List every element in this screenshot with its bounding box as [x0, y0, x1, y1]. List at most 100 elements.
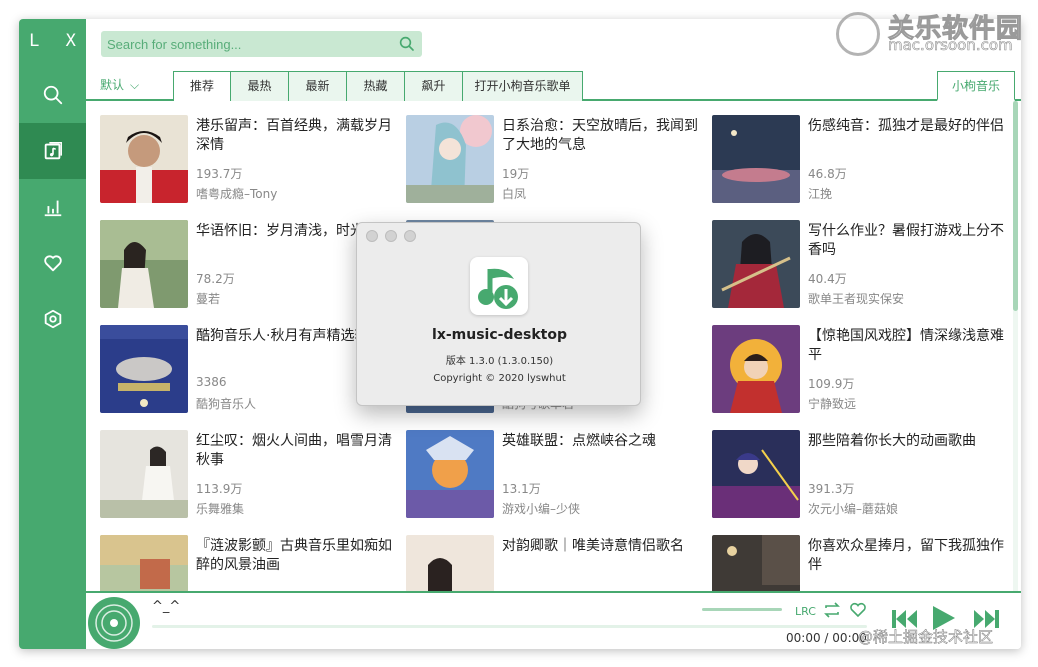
playlist-card[interactable]: 对韵卿歌｜唯美诗意情侣歌名 [406, 535, 706, 591]
playlist-author: 江挽 [808, 187, 833, 201]
playlist-card[interactable]: 那些陪着你长大的动画歌曲 391.3万 次元小编–蘑菇娘 [712, 430, 1010, 522]
bar-chart-icon [44, 200, 61, 217]
tab-hot-collect[interactable]: 热藏 [346, 72, 404, 101]
search-icon [43, 85, 62, 105]
about-dialog: lx-music-desktop 版本 1.3.0 (1.3.0.150) Co… [356, 222, 641, 406]
loop-toggle[interactable] [822, 601, 842, 619]
playlist-author: 嗜粤成瘾–Tony [196, 187, 278, 201]
time-separator: / [824, 631, 829, 645]
tab-recommend[interactable]: 推荐 [174, 72, 230, 101]
playlist-play-count: 193.7万 [196, 167, 243, 181]
playlist-cover [100, 430, 188, 518]
search-box [101, 31, 422, 57]
playlist-play-count: 40.4万 [808, 272, 847, 286]
tab-open-playlist[interactable]: 打开小枸音乐歌单 [462, 72, 582, 101]
playlist-cover [100, 325, 188, 413]
minimize-button[interactable] [385, 230, 397, 242]
music-download-icon [478, 268, 518, 309]
scrollbar-thumb[interactable] [1013, 101, 1018, 311]
list-scrollbar[interactable] [1013, 101, 1018, 591]
playlist-card[interactable]: 【惊艳国风戏腔】情深缘浅意难平 109.9万 宁静致远 [712, 325, 1010, 417]
playlist-play-count: 78.2万 [196, 272, 235, 286]
progress-bar[interactable] [152, 625, 867, 628]
playlist-cover [406, 535, 494, 591]
playlist-cover [712, 430, 800, 518]
playlist-title: 英雄联盟：点燃峡谷之魂 [502, 433, 656, 449]
sidebar-item-search[interactable] [19, 67, 86, 123]
time-current: 00:00 [786, 631, 821, 645]
tab-source-kg[interactable]: 小枸音乐 [936, 71, 1015, 101]
playlist-card[interactable]: 写什么作业？暑假打游戏上分不香吗 40.4万 歌单王者现实保安 [712, 220, 1010, 312]
playlist-author: 次元小编–蘑菇娘 [808, 502, 899, 516]
playlist-cover [100, 220, 188, 308]
playlist-title: 那些陪着你长大的动画歌曲 [808, 433, 976, 449]
playlist-card[interactable]: 华语怀旧：岁月清浅，时光潋滟 78.2万 蔓若 [100, 220, 400, 312]
favorite-toggle[interactable] [848, 601, 868, 619]
playlist-cover [100, 535, 188, 591]
playlist-title: 港乐留声：百首经典，满载岁月深情 [196, 118, 392, 153]
playlist-play-count: 19万 [502, 167, 530, 181]
tab-bar: 默认 ⌵ 推荐 最热 最新 热藏 飙升 打开小枸音乐歌单 小枸音乐 [86, 71, 1021, 101]
heart-icon [850, 602, 866, 618]
sidebar-item-settings[interactable] [19, 291, 86, 347]
heart-icon [43, 255, 62, 272]
search-input[interactable] [107, 31, 387, 57]
source-dropdown[interactable]: 默认 ⌵ [92, 71, 147, 99]
app-logo: L X [29, 31, 84, 51]
playlist-card[interactable]: 英雄联盟：点燃峡谷之魂 13.1万 游戏小编–少侠 [406, 430, 706, 522]
playlist-title: 日系治愈：天空放晴后，我闻到了大地的气息 [502, 118, 698, 153]
playlist-cover [712, 535, 800, 591]
playlist-cover [712, 115, 800, 203]
volume-slider[interactable] [702, 608, 782, 611]
tab-rising[interactable]: 飙升 [404, 72, 462, 101]
playlist-card[interactable]: 『涟波影颤』古典音乐里如痴如醉的风景油画 [100, 535, 400, 591]
playlist-play-count: 391.3万 [808, 482, 855, 496]
playlist-author: 乐舞雅集 [196, 502, 245, 516]
album-disc[interactable] [88, 597, 140, 649]
window-controls [366, 230, 416, 242]
about-copyright: Copyright © 2020 lyswhut [433, 373, 566, 384]
playlist-card[interactable]: 你喜欢众星捧月，留下我孤独作伴 [712, 535, 1010, 591]
zoom-button[interactable] [404, 230, 416, 242]
tab-hottest[interactable]: 最热 [230, 72, 288, 101]
search-icon[interactable] [398, 35, 416, 53]
sidebar-item-songlist[interactable] [19, 123, 86, 179]
playlist-play-count: 113.9万 [196, 482, 243, 496]
lyrics-toggle[interactable]: LRC [794, 601, 816, 619]
source-label: 默认 [100, 78, 125, 92]
about-app-name: lx-music-desktop [432, 327, 567, 343]
lrc-icon: LRC [795, 605, 816, 618]
playlist-play-count: 3386 [196, 375, 227, 389]
playlist-title: 伤感纯音：孤独才是最好的伴侣 [808, 118, 1004, 134]
playlist-play-count: 13.1万 [502, 482, 541, 496]
watermark-logo-icon [836, 12, 880, 56]
playlist-title: 对韵卿歌｜唯美诗意情侣歌名 [502, 538, 684, 554]
chevron-down-icon: ⌵ [130, 78, 140, 92]
sidebar: L X [19, 19, 86, 649]
watermark-url: mac.orsoon.com [888, 36, 1013, 55]
playlist-card[interactable]: 伤感纯音：孤独才是最好的伴侣 46.8万 江挽 [712, 115, 1010, 207]
playlist-author: 游戏小编–少侠 [502, 502, 581, 516]
song-title: ^_^ [152, 599, 181, 614]
playlist-author: 酷狗音乐人 [196, 397, 257, 411]
tab-newest[interactable]: 最新 [288, 72, 346, 101]
time-display: 00:00 / 00:00 [786, 631, 867, 645]
playlist-card[interactable]: 港乐留声：百首经典，满载岁月深情 193.7万 嗜粤成瘾–Tony [100, 115, 400, 207]
playlist-title: 『涟波影颤』古典音乐里如痴如醉的风景油画 [196, 538, 392, 573]
playlist-title: 你喜欢众星捧月，留下我孤独作伴 [808, 538, 1004, 573]
close-button[interactable] [366, 230, 378, 242]
sidebar-item-leaderboard[interactable] [19, 179, 86, 235]
playlist-author: 白凤 [502, 187, 527, 201]
playlist-card[interactable]: 红尘叹：烟火人间曲，唱雪月清秋事 113.9万 乐舞雅集 [100, 430, 400, 522]
playlist-card[interactable]: 日系治愈：天空放晴后，我闻到了大地的气息 19万 白凤 [406, 115, 706, 207]
playlist-title: 【惊艳国风戏腔】情深缘浅意难平 [808, 328, 1004, 363]
playlist-cover [406, 430, 494, 518]
about-version: 版本 1.3.0 (1.3.0.150) [445, 356, 554, 367]
sidebar-item-favorites[interactable] [19, 235, 86, 291]
vinyl-disc-icon [95, 604, 133, 642]
playlist-play-count: 46.8万 [808, 167, 847, 181]
playlist-cover [100, 115, 188, 203]
playlist-card[interactable]: 酷狗音乐人·秋月有声精选辑 3386 酷狗音乐人 [100, 325, 400, 417]
playlist-author: 蔓若 [196, 292, 221, 306]
playlist-title: 红尘叹：烟火人间曲，唱雪月清秋事 [196, 433, 392, 468]
